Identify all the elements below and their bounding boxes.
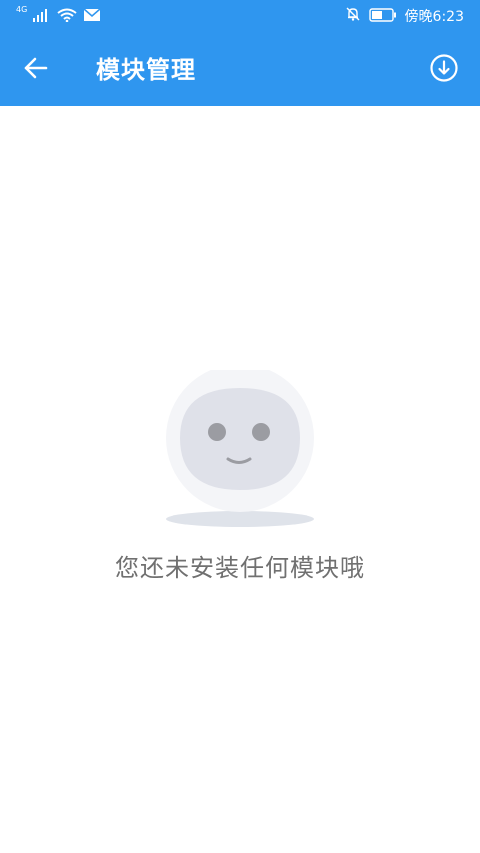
network-type-label: 4G bbox=[16, 5, 28, 14]
mute-bell-icon bbox=[345, 6, 361, 26]
signal-icon bbox=[33, 7, 51, 26]
app-bar: 4G 傍晚6:23 模块管理 bbox=[0, 0, 480, 106]
status-time: 傍晚6:23 bbox=[404, 9, 464, 25]
battery-icon bbox=[368, 7, 397, 26]
back-button[interactable] bbox=[16, 50, 56, 90]
smiley-face-icon bbox=[150, 364, 330, 530]
status-bar: 4G 傍晚6:23 bbox=[0, 0, 480, 34]
empty-state-message: 您还未安装任何模块哦 bbox=[115, 554, 365, 582]
toolbar: 模块管理 bbox=[0, 34, 480, 106]
download-button[interactable] bbox=[424, 50, 464, 90]
download-circle-icon bbox=[429, 53, 459, 87]
status-right-group: 傍晚6:23 bbox=[345, 6, 464, 26]
arrow-left-icon bbox=[23, 55, 49, 85]
status-left-group: 4G bbox=[16, 6, 101, 26]
empty-state: 您还未安装任何模块哦 bbox=[0, 364, 480, 600]
wifi-icon bbox=[57, 7, 77, 26]
screen: 4G 傍晚6:23 模块管理 您还未安装任何模块哦 bbox=[0, 0, 480, 853]
page-title: 模块管理 bbox=[96, 56, 196, 84]
mail-icon bbox=[83, 7, 101, 26]
